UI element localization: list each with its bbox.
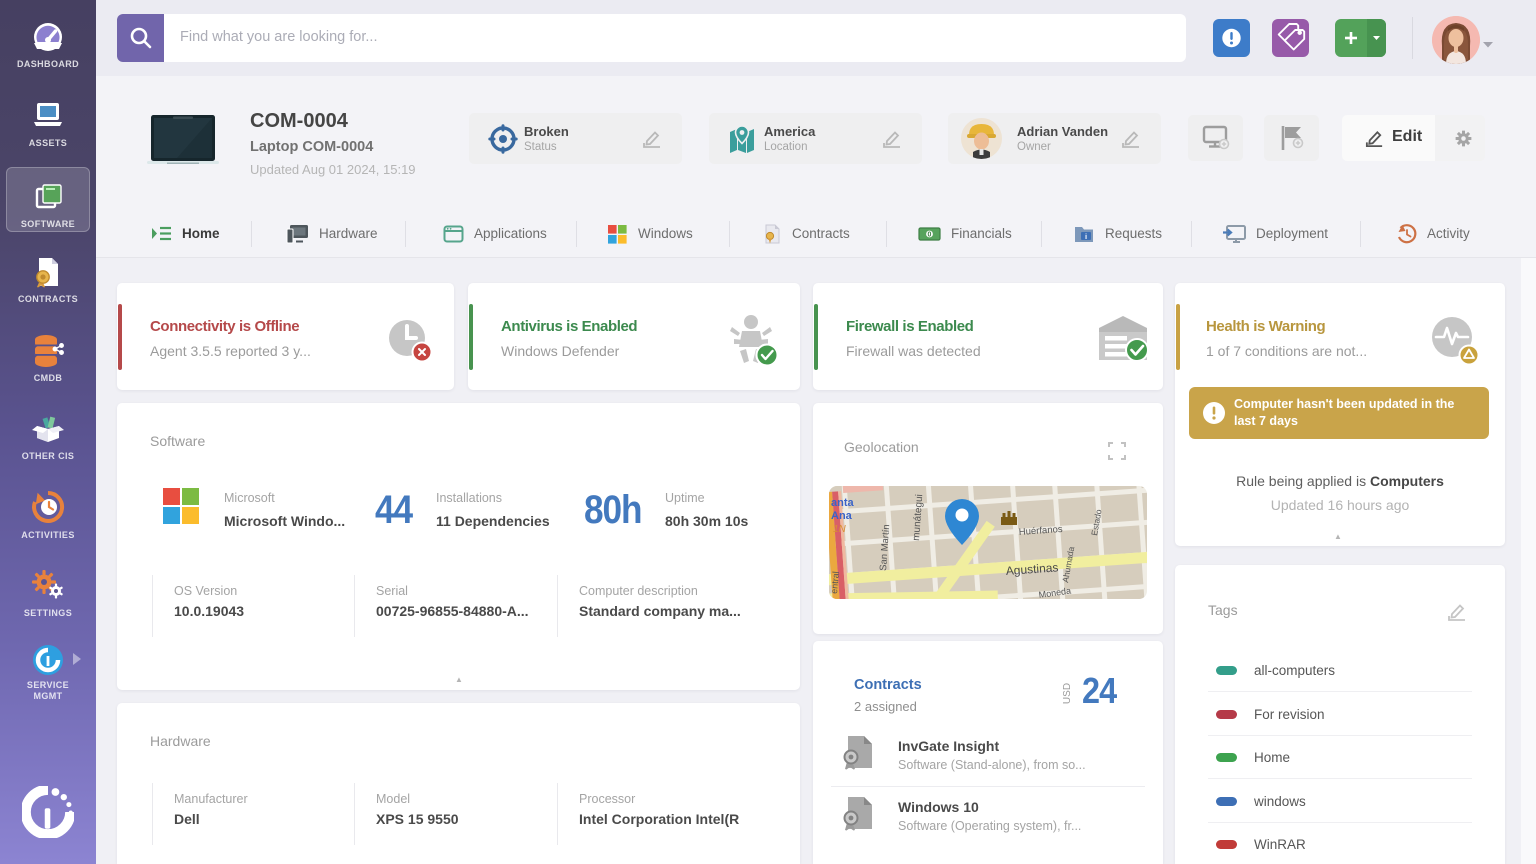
svg-text:Ana: Ana xyxy=(831,510,853,522)
svg-text:i: i xyxy=(1085,231,1087,240)
svg-text:anta: anta xyxy=(831,497,855,509)
svg-text:0: 0 xyxy=(928,231,932,238)
svg-text:1N: 1N xyxy=(833,524,847,535)
svg-text:entral: entral xyxy=(829,571,841,594)
